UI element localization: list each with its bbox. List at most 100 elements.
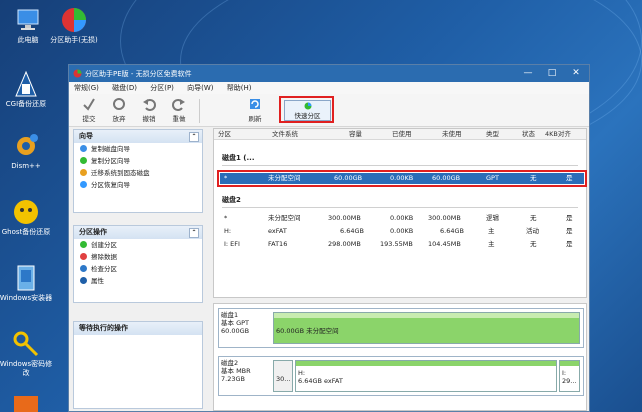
col-unused[interactable]: 未使用 <box>442 129 462 139</box>
cell-status: 活动 <box>526 227 539 235</box>
op-item-label: 检查分区 <box>91 265 117 273</box>
disk2-part1-label: 30... <box>276 375 291 383</box>
col-filesystem[interactable]: 文件系统 <box>272 129 298 139</box>
toolbar-label: 放弃 <box>112 115 126 123</box>
cell-partition: H: <box>224 227 232 235</box>
commit-icon <box>82 97 96 111</box>
disk2-part-h-block[interactable]: H: 6.64GB exFAT <box>295 360 557 392</box>
disk2-info: 磁盘2 基本 MBR 7.23GB <box>221 359 271 383</box>
partition-assistant-icon <box>60 6 88 34</box>
commit-button[interactable]: 提交 <box>75 97 103 123</box>
disk2-map[interactable]: 磁盘2 基本 MBR 7.23GB 30... H: 6.64GB exFAT … <box>218 356 584 396</box>
cell-partition: * <box>224 214 228 222</box>
disk-map: 磁盘1 基本 GPT 60.00GB 60.00GB 未分配空间 磁盘2 基本 … <box>213 303 587 411</box>
col-partition[interactable]: 分区 <box>218 129 231 139</box>
desktop-icon-label: Windows密码修改 <box>0 360 53 377</box>
redo-button[interactable]: 重做 <box>165 97 193 123</box>
properties-icon <box>80 277 87 284</box>
desktop-icon-cgi[interactable]: CGI备份还原 <box>0 70 54 109</box>
cell-used: 0.00KB <box>390 214 414 222</box>
partition-ops-title: 分区操作 <box>79 228 107 236</box>
cell-capacity: 300.00MB <box>328 214 361 222</box>
wipe-icon <box>80 253 87 260</box>
undo-button[interactable]: 撤销 <box>135 97 163 123</box>
op-create-partition[interactable]: 创建分区 <box>74 239 202 251</box>
table-row[interactable]: I: EFI FAT16 298.00MB 193.55MB 104.45MB … <box>214 239 586 250</box>
disk2-part-i-block[interactable]: I: 29... <box>559 360 580 392</box>
refresh-button[interactable]: 刷新 <box>241 97 269 123</box>
col-used[interactable]: 已使用 <box>392 129 412 139</box>
col-status[interactable]: 状态 <box>522 129 535 139</box>
wizard-panel-header: 向导 ⌃ <box>74 130 202 143</box>
windows-installer-icon <box>12 264 40 292</box>
wizard-partition-recovery[interactable]: 分区恢复向导 <box>74 179 202 191</box>
close-button[interactable]: ✕ <box>565 67 587 80</box>
disk2-part1-block[interactable]: 30... <box>273 360 293 392</box>
wizard-copy-disk[interactable]: 复制磁盘向导 <box>74 143 202 155</box>
collapse-icon[interactable]: ⌃ <box>189 132 199 142</box>
menu-general[interactable]: 常规(G) <box>74 82 99 94</box>
divider <box>222 207 578 208</box>
toolbar-separator <box>199 99 200 123</box>
menu-help[interactable]: 帮助(H) <box>227 82 252 94</box>
toolbar: 提交 放弃 撤销 重做 刷新 快速分区 <box>69 94 589 127</box>
key-icon <box>12 330 40 358</box>
cell-4k: 是 <box>566 214 573 222</box>
op-check-partition[interactable]: 检查分区 <box>74 263 202 275</box>
table-row-disk1-unallocated[interactable]: * 未分配空间 60.00GB 0.00KB 60.00GB GPT 无 是 <box>214 173 586 184</box>
computer-icon <box>14 6 42 34</box>
quick-partition-button[interactable]: 快速分区 <box>284 100 331 121</box>
desktop-icon-ghost[interactable]: Ghost备份还原 <box>0 198 54 237</box>
partition-table: 分区 文件系统 容量 已使用 未使用 类型 状态 4KB对齐 磁盘1 (... … <box>213 128 587 298</box>
disk1-label[interactable]: 磁盘1 (... <box>222 153 254 163</box>
toolbar-label: 重做 <box>172 115 186 123</box>
disk2-name: 磁盘2 <box>221 359 239 367</box>
migrate-icon <box>80 169 87 176</box>
copy-disk-icon <box>80 145 87 152</box>
col-capacity[interactable]: 容量 <box>349 129 362 139</box>
table-row[interactable]: * 未分配空间 300.00MB 0.00KB 300.00MB 逻辑 无 是 <box>214 213 586 224</box>
divider <box>222 165 578 166</box>
desktop-icon-windows-installer[interactable]: Windows安装器 <box>0 264 54 303</box>
desktop-icon-password[interactable]: Windows密码修改 <box>0 330 54 378</box>
disk2-part-h-desc: 6.64GB exFAT <box>298 377 343 385</box>
app-icon <box>73 69 82 78</box>
desktop-icon-dism[interactable]: Dism++ <box>0 132 54 171</box>
collapse-icon[interactable]: ⌃ <box>189 228 199 238</box>
desktop-icon-partition-assistant[interactable]: 分区助手(无损) <box>46 6 102 45</box>
cell-unused: 300.00MB <box>428 214 461 222</box>
toolbar-label: 撤销 <box>142 115 156 123</box>
maximize-button[interactable]: □ <box>541 67 563 80</box>
table-row[interactable]: H: exFAT 6.64GB 0.00KB 6.64GB 主 活动 是 <box>214 226 586 237</box>
cell-filesystem: 未分配空间 <box>268 174 301 182</box>
cell-used: 0.00KB <box>390 227 414 235</box>
menu-wizard[interactable]: 向导(W) <box>187 82 213 94</box>
discard-button[interactable]: 放弃 <box>105 97 133 123</box>
disk2-part-h-name: H: <box>298 369 306 377</box>
menu-partition[interactable]: 分区(P) <box>150 82 174 94</box>
menu-disk[interactable]: 磁盘(D) <box>112 82 137 94</box>
cell-status: 无 <box>530 214 537 222</box>
cell-4k: 是 <box>566 240 573 248</box>
op-properties[interactable]: 属性 <box>74 275 202 287</box>
cell-type: 主 <box>488 240 495 248</box>
op-wipe-data[interactable]: 擦除数据 <box>74 251 202 263</box>
disk1-unallocated-block[interactable]: 60.00GB 未分配空间 <box>273 312 580 344</box>
desktop-icon-label: Windows安装器 <box>0 294 53 302</box>
col-4k-align[interactable]: 4KB对齐 <box>545 129 571 139</box>
disk1-map[interactable]: 磁盘1 基本 GPT 60.00GB 60.00GB 未分配空间 <box>218 308 584 348</box>
wizard-migrate-os[interactable]: 迁移系统到固态磁盘 <box>74 167 202 179</box>
taskbar-app-icon[interactable] <box>14 396 38 412</box>
col-type[interactable]: 类型 <box>486 129 499 139</box>
cell-used: 0.00KB <box>390 174 414 182</box>
minimize-button[interactable]: — <box>517 67 539 80</box>
usage-bar <box>296 361 556 366</box>
wizard-item-label: 复制分区向导 <box>91 157 130 165</box>
app-window: 分区助手PE版 - 无损分区免费软件 — □ ✕ 常规(G) 磁盘(D) 分区(… <box>68 64 590 412</box>
disk1-name: 磁盘1 <box>221 311 239 319</box>
partition-ops-panel: 分区操作 ⌃ 创建分区 擦除数据 检查分区 属性 <box>73 225 203 303</box>
wizard-copy-partition[interactable]: 复制分区向导 <box>74 155 202 167</box>
dism-gear-icon <box>12 132 40 160</box>
quick-partition-icon <box>304 102 311 110</box>
disk2-label[interactable]: 磁盘2 <box>222 195 241 205</box>
